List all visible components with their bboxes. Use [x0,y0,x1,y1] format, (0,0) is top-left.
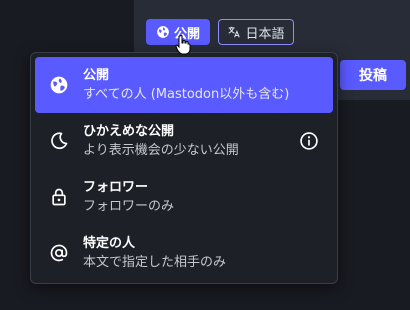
visibility-option-followers[interactable]: フォロワー フォロワーのみ [35,169,333,225]
globe-icon [157,26,169,38]
option-title: ひかえめな公開 [83,123,175,139]
info-icon[interactable] [299,131,319,151]
lock-icon [52,188,66,206]
globe-icon [50,76,68,94]
option-title: 特定の人 [83,235,136,251]
visibility-option-public[interactable]: 公開 すべての人 (Mastodon以外も含む) [35,57,333,113]
translate-icon [228,26,241,38]
visibility-option-direct[interactable]: 特定の人 本文で指定した相手のみ [35,225,333,281]
option-description: より表示機会の少ない公開 [83,142,239,158]
stage: 公開 日本語 投稿 公開 すべての人 (Mastodon以外も含む) ひかえめな… [0,0,410,310]
visibility-option-unlisted[interactable]: ひかえめな公開 より表示機会の少ない公開 [35,113,333,169]
moon-icon [51,132,68,150]
post-button[interactable]: 投稿 [340,60,406,90]
option-description: フォロワーのみ [83,198,175,214]
visibility-dropdown: 公開 すべての人 (Mastodon以外も含む) ひかえめな公開 より表示機会の… [30,52,338,284]
language-button[interactable]: 日本語 [218,19,294,45]
language-button-label: 日本語 [245,26,285,42]
hand-cursor-icon [175,35,191,55]
at-icon [50,244,68,262]
option-title: フォロワー [83,179,149,195]
option-description: 本文で指定した相手のみ [83,254,227,270]
option-title: 公開 [83,67,110,83]
option-description: すべての人 (Mastodon以外も含む) [83,86,290,102]
